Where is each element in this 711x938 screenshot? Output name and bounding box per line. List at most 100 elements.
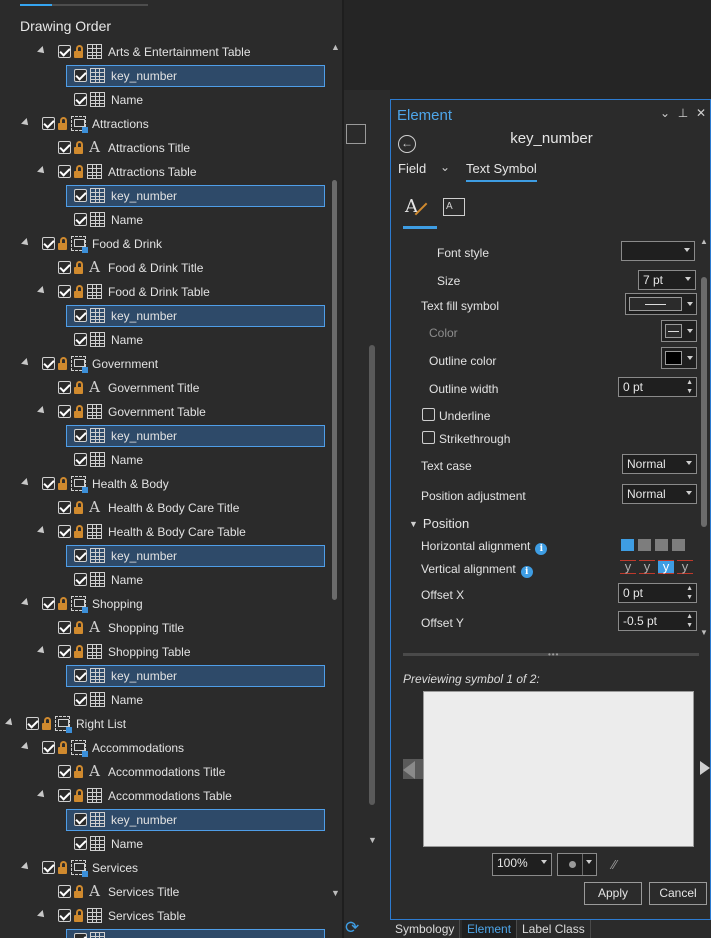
expand-triangle-icon[interactable] (21, 118, 31, 128)
tree-row[interactable]: Name (0, 88, 330, 112)
size-dropdown[interactable]: 7 pt (638, 270, 696, 290)
lock-icon[interactable] (74, 381, 84, 394)
expand-triangle-icon[interactable] (21, 358, 31, 368)
outline-color-swatch[interactable] (661, 347, 697, 369)
tree-row[interactable]: Name (0, 568, 330, 592)
text-fill-symbol-swatch[interactable] (625, 293, 697, 315)
ruler-icon[interactable] (346, 124, 366, 144)
underline-checkbox[interactable] (422, 408, 435, 421)
lock-icon[interactable] (58, 237, 68, 250)
align-center-icon[interactable] (638, 539, 651, 551)
tree-row[interactable]: A Attractions Title (0, 136, 330, 160)
collapse-caret-icon[interactable]: ▼ (409, 519, 418, 529)
strikethrough-checkbox[interactable] (422, 431, 435, 444)
align-right-icon[interactable] (655, 539, 668, 551)
pin-icon[interactable]: ⊥ (674, 106, 692, 120)
tree-row-selected[interactable]: key_number (0, 664, 330, 688)
tree-row[interactable]: Right List (0, 712, 330, 736)
text-box-icon[interactable]: A (443, 198, 465, 216)
visibility-checkbox[interactable] (58, 621, 71, 634)
lock-icon[interactable] (58, 597, 68, 610)
tab-symbology[interactable]: Symbology (390, 920, 461, 938)
preview-splitter[interactable]: ••• (403, 650, 699, 659)
info-icon[interactable]: i (535, 543, 548, 555)
expand-triangle-icon[interactable] (21, 742, 31, 752)
tree-row[interactable]: Name (0, 328, 330, 352)
tree-row[interactable]: Name (0, 832, 330, 856)
valign-top-icon[interactable]: y (620, 560, 636, 574)
visibility-checkbox[interactable] (74, 429, 87, 442)
visibility-checkbox[interactable] (74, 693, 87, 706)
tree-row[interactable]: Shopping (0, 592, 330, 616)
tree-row-selected[interactable]: key_number (0, 64, 330, 88)
chevron-down-icon[interactable]: ⌄ (440, 160, 450, 174)
tree-row[interactable]: Accommodations (0, 736, 330, 760)
tree-row[interactable]: Attractions Table (0, 160, 330, 184)
lock-icon[interactable] (58, 357, 68, 370)
lock-icon[interactable] (74, 261, 84, 274)
tree-row[interactable]: A Food & Drink Title (0, 256, 330, 280)
lock-icon[interactable] (58, 861, 68, 874)
expand-triangle-icon[interactable] (21, 478, 31, 488)
lock-icon[interactable] (74, 285, 84, 298)
visibility-checkbox[interactable] (42, 357, 55, 370)
layout-scrollbar[interactable]: ▼ (368, 345, 377, 845)
visibility-checkbox[interactable] (74, 213, 87, 226)
lock-icon[interactable] (74, 45, 84, 58)
tree-row[interactable]: Name (0, 208, 330, 232)
next-arrow-icon[interactable] (700, 761, 710, 775)
text-symbol-icon[interactable]: A (405, 196, 431, 222)
tree-row[interactable]: Name (0, 688, 330, 712)
visibility-checkbox[interactable] (58, 909, 71, 922)
cancel-button[interactable]: Cancel (649, 882, 707, 905)
visibility-checkbox[interactable] (74, 933, 87, 938)
tab-element[interactable]: Element (462, 920, 518, 938)
tree-row[interactable]: Shopping Table (0, 640, 330, 664)
apply-button[interactable]: Apply (584, 882, 642, 905)
visibility-checkbox[interactable] (74, 69, 87, 82)
lock-icon[interactable] (74, 789, 84, 802)
tree-row[interactable]: Name (0, 448, 330, 472)
visibility-checkbox[interactable] (58, 501, 71, 514)
color-swatch[interactable] (661, 320, 697, 342)
layout-scroll-down-icon[interactable]: ▼ (368, 835, 377, 845)
spinner-icon[interactable]: ▲ ▼ (686, 612, 693, 630)
tree-row[interactable]: A Accommodations Title (0, 760, 330, 784)
tab-field[interactable]: Field (398, 161, 426, 176)
close-icon[interactable]: ✕ (692, 106, 710, 120)
zoom-dropdown[interactable]: 100% (492, 853, 552, 876)
scroll-up-icon[interactable]: ▲ (700, 237, 708, 246)
valign-bottom-icon[interactable]: y (677, 560, 693, 574)
tree-row[interactable]: Arts & Entertainment Table (0, 40, 330, 64)
spinner-icon[interactable]: ▲ ▼ (686, 584, 693, 602)
expand-triangle-icon[interactable] (21, 598, 31, 608)
tree-row[interactable]: Attractions (0, 112, 330, 136)
font-style-dropdown[interactable] (621, 241, 695, 261)
lock-icon[interactable] (58, 741, 68, 754)
tree-row-selected[interactable]: key_number (0, 184, 330, 208)
scroll-down-icon[interactable]: ▼ (331, 888, 340, 898)
visibility-checkbox[interactable] (58, 525, 71, 538)
tree-row-selected[interactable] (0, 928, 330, 938)
expand-triangle-icon[interactable] (37, 46, 47, 56)
align-left-icon[interactable] (621, 539, 634, 551)
tree-row-selected[interactable]: key_number (0, 808, 330, 832)
preview-background-dropdown[interactable] (557, 853, 597, 876)
visibility-checkbox[interactable] (42, 117, 55, 130)
offset-y-input[interactable]: -0.5 pt ▲ ▼ (618, 611, 697, 631)
visibility-checkbox[interactable] (74, 189, 87, 202)
tree-scrollbar[interactable]: ▲ ▼ (330, 40, 340, 900)
expand-triangle-icon[interactable] (37, 526, 47, 536)
lock-icon[interactable] (74, 909, 84, 922)
visibility-checkbox[interactable] (74, 813, 87, 826)
visibility-checkbox[interactable] (26, 717, 39, 730)
outline-width-input[interactable]: 0 pt ▲ ▼ (618, 377, 697, 397)
position-section-header[interactable]: ▼ Position (409, 516, 469, 531)
scroll-down-icon[interactable]: ▼ (700, 628, 708, 637)
valign-baseline-icon[interactable]: y (658, 560, 674, 574)
offset-x-input[interactable]: 0 pt ▲ ▼ (618, 583, 697, 603)
visibility-checkbox[interactable] (42, 477, 55, 490)
tree-row-selected[interactable]: key_number (0, 544, 330, 568)
visibility-checkbox[interactable] (58, 285, 71, 298)
properties-scrollbar[interactable]: ▲ ▼ (700, 237, 708, 637)
